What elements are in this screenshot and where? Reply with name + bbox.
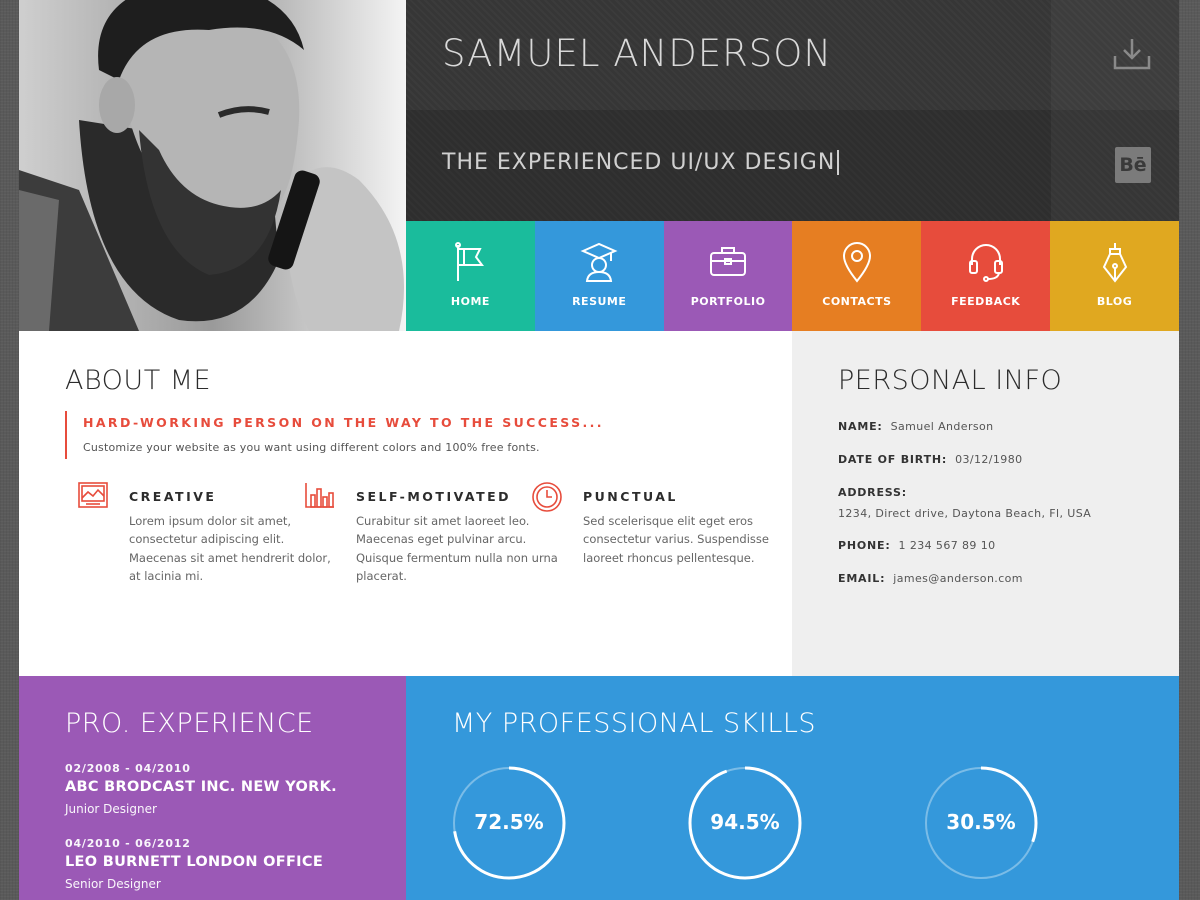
nav-item-feedback[interactable]: FEEDBACK xyxy=(921,221,1051,331)
feature-punctual: PUNCTUAL Sed scelerisque elit eget eros … xyxy=(532,481,793,567)
skill-value: 30.5% xyxy=(946,810,1016,834)
skills-heading: MY PROFESSIONAL SKILLS xyxy=(452,708,817,739)
title-bar: THE EXPERIENCED UI/UX DESIGN Bē xyxy=(406,110,1179,221)
experience-section: PRO. EXPERIENCE 02/2008 - 04/2010 ABC BR… xyxy=(19,676,406,900)
resume-card: SAMUEL ANDERSON THE EXPERIENCED UI/UX DE… xyxy=(19,0,1179,900)
experience-heading: PRO. EXPERIENCE xyxy=(65,708,314,739)
name-bar: SAMUEL ANDERSON xyxy=(406,0,1179,110)
skills-section: MY PROFESSIONAL SKILLS 72.5% 94.5% 30.5% xyxy=(406,676,1179,900)
nav-label-portfolio: PORTFOLIO xyxy=(690,295,766,308)
feature-text: Curabitur sit amet laoreet leo. Maecenas… xyxy=(356,514,558,583)
info-dob: DATE OF BIRTH: 03/12/1980 xyxy=(838,453,1023,466)
personal-info-heading: PERSONAL INFO xyxy=(838,365,1063,396)
job-company: LEO BURNETT LONDON OFFICE xyxy=(65,854,324,870)
download-icon[interactable] xyxy=(1112,36,1152,76)
about-tagline: HARD-WORKING PERSON ON THE WAY TO THE SU… xyxy=(83,415,604,430)
about-section: ABOUT ME HARD-WORKING PERSON ON THE WAY … xyxy=(19,331,792,676)
profile-photo xyxy=(19,0,406,331)
info-phone: PHONE: 1 234 567 89 10 xyxy=(838,539,996,552)
briefcase-icon xyxy=(664,241,793,283)
nav-label-resume: RESUME xyxy=(572,295,627,308)
skill-gauge: 72.5% xyxy=(452,766,566,880)
skill-gauge: 30.5% xyxy=(924,766,1038,880)
job-role: Junior Designer xyxy=(65,802,157,816)
job-dates: 04/2010 - 06/2012 xyxy=(65,837,191,850)
info-address: ADDRESS: 1234, Direct drive, Daytona Bea… xyxy=(838,486,1091,520)
info-dob-label: DATE OF BIRTH: xyxy=(838,453,948,466)
info-name-value: Samuel Anderson xyxy=(890,420,994,433)
clock-icon xyxy=(531,481,563,517)
location-pin-icon xyxy=(792,241,921,283)
info-email-label: EMAIL: xyxy=(838,572,886,585)
pen-nib-icon xyxy=(1050,241,1179,283)
graduate-icon xyxy=(535,241,664,283)
info-address-value: 1234, Direct drive, Daytona Beach, Fl, U… xyxy=(838,507,1092,520)
person-name: SAMUEL ANDERSON xyxy=(442,32,833,75)
about-description: Customize your website as you want using… xyxy=(83,441,540,454)
about-heading: ABOUT ME xyxy=(65,365,212,396)
nav-item-contacts[interactable]: CONTACTS xyxy=(792,221,922,331)
info-name: NAME: Samuel Anderson xyxy=(838,420,994,433)
job-entry: 04/2010 - 06/2012 LEO BURNETT LONDON OFF… xyxy=(65,837,323,891)
image-icon xyxy=(77,481,109,513)
behance-icon[interactable]: Bē xyxy=(1115,147,1151,183)
info-dob-value: 03/12/1980 xyxy=(955,453,1023,466)
info-phone-label: PHONE: xyxy=(838,539,891,552)
feature-title: PUNCTUAL xyxy=(583,489,678,504)
person-title: THE EXPERIENCED UI/UX DESIGN xyxy=(442,150,840,175)
headset-icon xyxy=(921,241,1050,283)
skill-value: 94.5% xyxy=(710,810,780,834)
job-entry: 02/2008 - 04/2010 ABC BRODCAST INC. NEW … xyxy=(65,762,337,816)
about-tagline-block: HARD-WORKING PERSON ON THE WAY TO THE SU… xyxy=(65,411,604,459)
info-phone-value: 1 234 567 89 10 xyxy=(898,539,996,552)
info-name-label: NAME: xyxy=(838,420,883,433)
job-role: Senior Designer xyxy=(65,877,161,891)
info-email: EMAIL: james@anderson.com xyxy=(838,572,1023,585)
info-address-label: ADDRESS: xyxy=(838,486,907,499)
nav-label-home: HOME xyxy=(450,295,490,308)
nav-item-blog[interactable]: BLOG xyxy=(1050,221,1179,331)
skill-gauge: 94.5% xyxy=(688,766,802,880)
nav-label-blog: BLOG xyxy=(1096,295,1133,308)
nav-item-resume[interactable]: RESUME xyxy=(534,221,664,331)
nav-item-portfolio[interactable]: PORTFOLIO xyxy=(663,221,793,331)
job-company: ABC BRODCAST INC. NEW YORK. xyxy=(65,779,337,795)
main-nav: HOME RESUME PORTFOLIO CONTACTS FEEDBACK … xyxy=(406,221,1179,331)
job-dates: 02/2008 - 04/2010 xyxy=(65,762,191,775)
skill-value: 72.5% xyxy=(474,810,544,834)
personal-info-section: PERSONAL INFO NAME: Samuel Anderson DATE … xyxy=(792,331,1179,676)
bar-chart-icon xyxy=(304,481,336,513)
nav-label-contacts: CONTACTS xyxy=(822,295,892,308)
feature-text: Sed scelerisque elit eget eros consectet… xyxy=(583,514,769,565)
info-email-value[interactable]: james@anderson.com xyxy=(893,572,1023,585)
nav-item-home[interactable]: HOME xyxy=(406,221,535,331)
feature-text: Lorem ipsum dolor sit amet, consectetur … xyxy=(129,514,331,583)
flag-icon xyxy=(406,241,535,283)
nav-label-feedback: FEEDBACK xyxy=(951,295,1021,308)
